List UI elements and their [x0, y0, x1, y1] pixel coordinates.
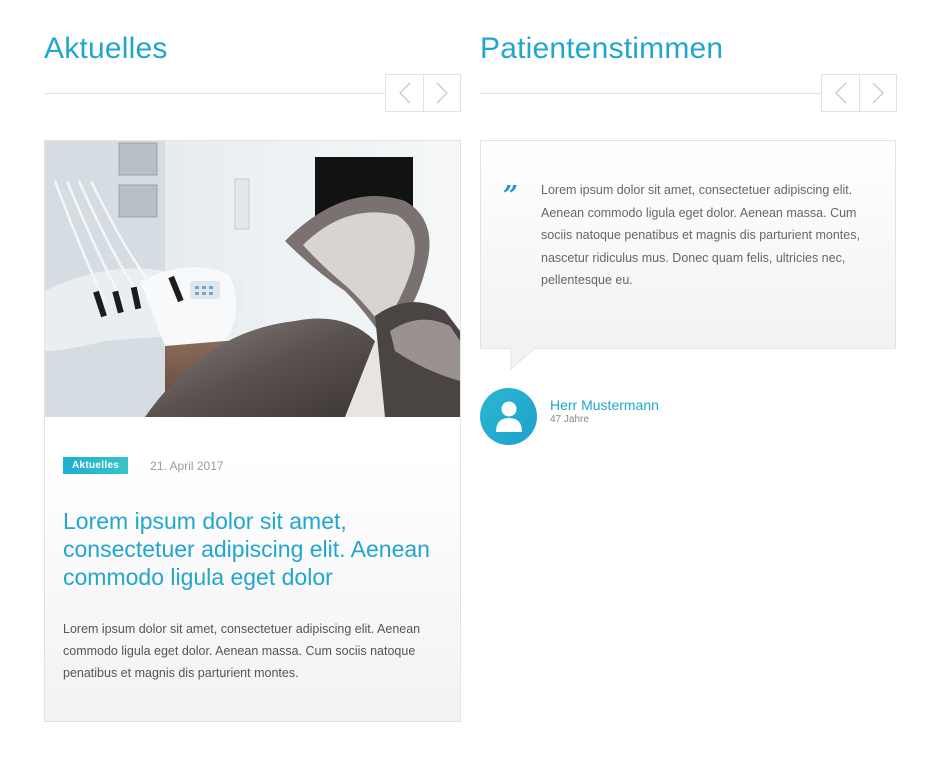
news-section-title: Aktuelles: [44, 32, 168, 65]
news-date: 21. April 2017: [150, 458, 224, 473]
chevron-left-icon: [398, 82, 410, 104]
testimonials-section-title: Patientenstimmen: [480, 32, 724, 65]
testimonials-prev-button[interactable]: [822, 75, 859, 111]
news-next-button[interactable]: [423, 75, 460, 111]
news-excerpt: Lorem ipsum dolor sit amet, consectetuer…: [63, 622, 421, 680]
chevron-right-icon: [872, 82, 884, 104]
user-icon: [495, 401, 522, 432]
testimonials-next-button[interactable]: [859, 75, 896, 111]
author-age: 47 Jahre: [550, 413, 589, 425]
chevron-left-icon: [834, 82, 846, 104]
category-badge[interactable]: Aktuelles: [63, 457, 129, 474]
testimonial-quote-box: ” Lorem ipsum dolor sit amet, consectetu…: [480, 140, 896, 349]
news-title-divider: [44, 93, 385, 94]
avatar: [480, 388, 537, 445]
news-meta: Aktuelles 21. April 2017: [63, 457, 224, 474]
news-carousel-nav: [385, 74, 461, 112]
news-headline[interactable]: Lorem ipsum dolor sit amet, consectetuer…: [63, 507, 448, 591]
news-card[interactable]: Aktuelles 21. April 2017 Lorem ipsum dol…: [44, 140, 461, 722]
chevron-right-icon: [436, 82, 448, 104]
testimonials-title-divider: [480, 93, 821, 94]
testimonial-author: Herr Mustermann 47 Jahre: [480, 388, 659, 445]
testimonial-text: Lorem ipsum dolor sit amet, consectetuer…: [541, 183, 860, 287]
author-name: Herr Mustermann: [550, 396, 659, 413]
quote-icon: ”: [503, 181, 518, 211]
testimonials-carousel-nav: [821, 74, 897, 112]
author-info: Herr Mustermann 47 Jahre: [550, 397, 659, 425]
news-image[interactable]: [45, 141, 460, 417]
news-prev-button[interactable]: [386, 75, 423, 111]
